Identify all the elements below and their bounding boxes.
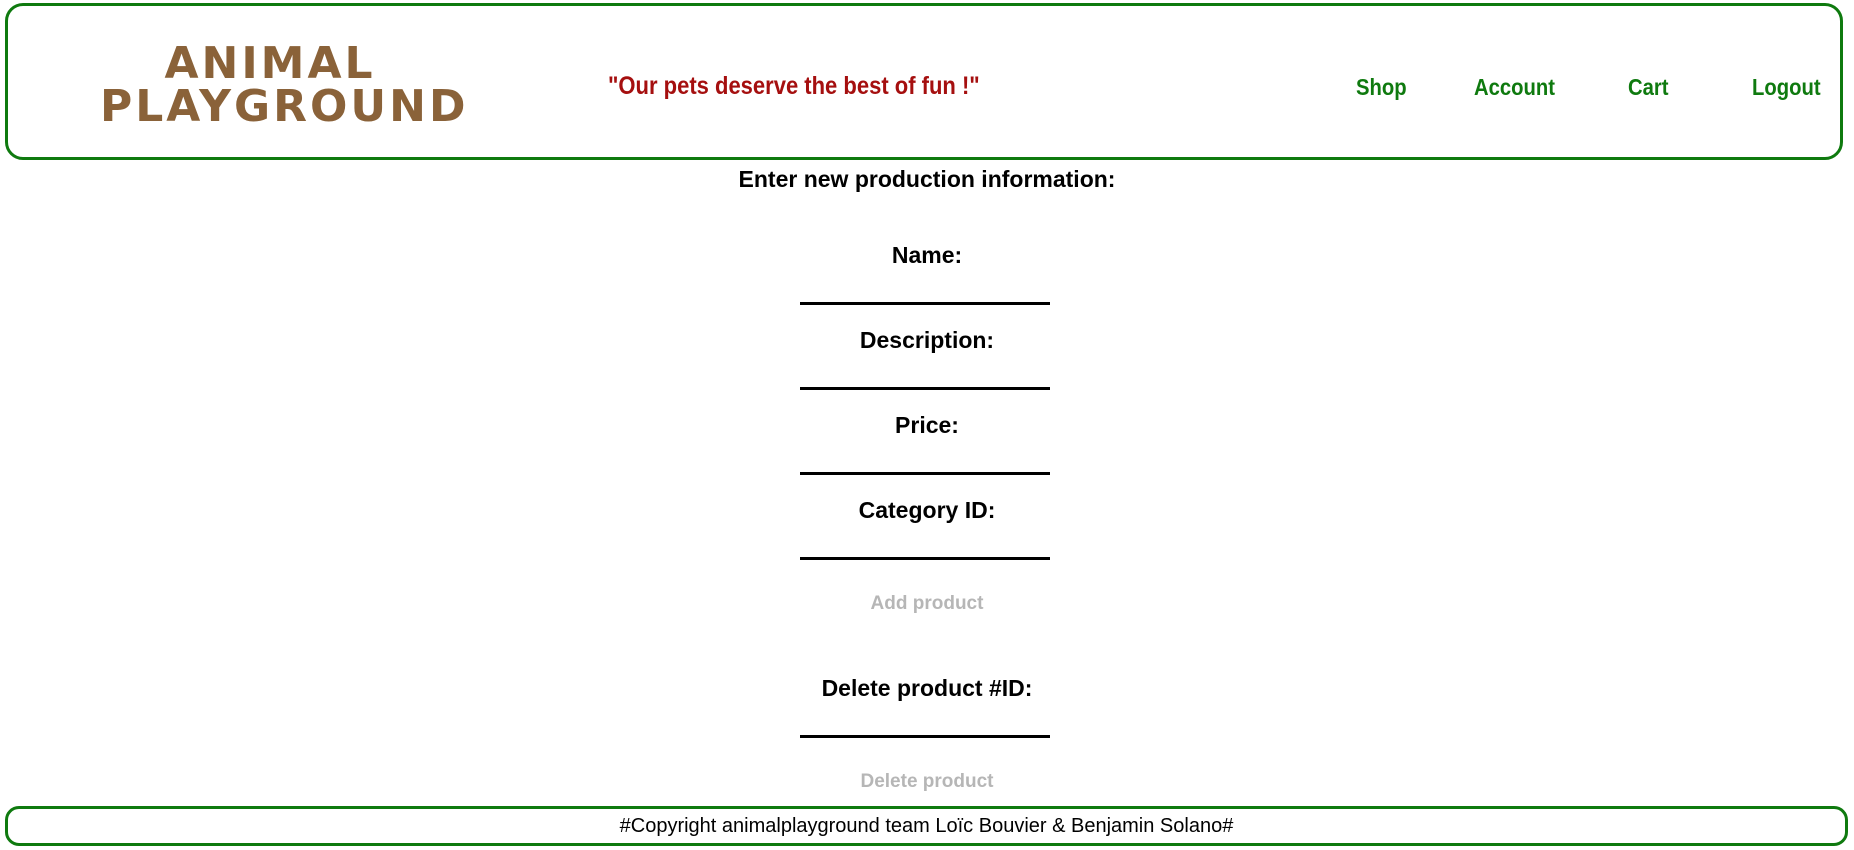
delete-product-button[interactable]: Delete product bbox=[0, 771, 1854, 793]
category-id-field[interactable] bbox=[800, 532, 1050, 560]
name-field[interactable] bbox=[800, 277, 1050, 305]
add-product-button[interactable]: Add product bbox=[0, 593, 1854, 615]
name-label: Name: bbox=[891, 242, 963, 268]
delete-id-label: Delete product #ID: bbox=[821, 675, 1033, 701]
logo-line-1: ANIMAL bbox=[164, 38, 376, 89]
header-bar: ANIMAL PLAYGROUND "Our pets deserve the … bbox=[5, 3, 1843, 160]
logo-line-2: PLAYGROUND bbox=[100, 81, 469, 132]
footer: #Copyright animalplayground team Loïc Bo… bbox=[5, 806, 1848, 846]
nav-cart-link[interactable]: Cart bbox=[1628, 74, 1668, 101]
slogan: "Our pets deserve the best of fun !" bbox=[608, 72, 980, 100]
site-logo[interactable]: ANIMAL PLAYGROUND bbox=[100, 38, 469, 132]
delete-id-field[interactable] bbox=[800, 710, 1050, 738]
description-field[interactable] bbox=[800, 362, 1050, 390]
description-label: Description: bbox=[859, 327, 995, 353]
price-field[interactable] bbox=[800, 447, 1050, 475]
copyright-text: #Copyright animalplayground team Loïc Bo… bbox=[619, 815, 1234, 837]
nav-logout-link[interactable]: Logout bbox=[1752, 74, 1821, 101]
form-title: Enter new production information: bbox=[738, 166, 1116, 192]
price-label: Price: bbox=[895, 412, 959, 438]
category-id-label: Category ID: bbox=[858, 497, 996, 523]
nav-shop-link[interactable]: Shop bbox=[1356, 74, 1407, 101]
nav-account-link[interactable]: Account bbox=[1474, 74, 1555, 101]
